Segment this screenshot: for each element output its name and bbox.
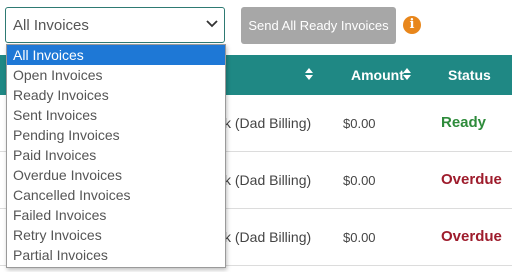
sort-icon[interactable] xyxy=(402,67,412,81)
row-customer-name: k (Dad Billing) xyxy=(224,172,312,188)
row-amount: $0.00 xyxy=(343,173,376,188)
dropdown-option-paid-invoices[interactable]: Paid Invoices xyxy=(7,145,225,165)
dropdown-option-all-invoices[interactable]: All Invoices xyxy=(7,45,225,65)
invoice-filter-select[interactable]: All Invoices xyxy=(5,7,225,43)
info-icon[interactable]: i xyxy=(403,16,421,34)
status-badge: Overdue xyxy=(441,228,502,245)
status-badge: Overdue xyxy=(441,171,502,188)
dropdown-option-retry-invoices[interactable]: Retry Invoices xyxy=(7,225,225,245)
chevron-down-icon xyxy=(206,20,218,28)
invoice-filter-value: All Invoices xyxy=(13,17,89,34)
row-amount: $0.00 xyxy=(343,116,376,131)
sort-icon[interactable] xyxy=(304,67,314,81)
column-header-status[interactable]: Status xyxy=(448,67,491,83)
dropdown-option-open-invoices[interactable]: Open Invoices xyxy=(7,65,225,85)
dropdown-option-sent-invoices[interactable]: Sent Invoices xyxy=(7,105,225,125)
column-header-amount[interactable]: Amount xyxy=(351,67,404,83)
row-amount: $0.00 xyxy=(343,230,376,245)
dropdown-option-ready-invoices[interactable]: Ready Invoices xyxy=(7,85,225,105)
invoice-filter-dropdown: All Invoices Open Invoices Ready Invoice… xyxy=(6,44,226,268)
status-badge: Ready xyxy=(441,114,487,131)
dropdown-option-partial-invoices[interactable]: Partial Invoices xyxy=(7,245,225,265)
row-customer-name: k (Dad Billing) xyxy=(224,115,312,131)
row-customer-name: k (Dad Billing) xyxy=(224,229,312,245)
dropdown-option-overdue-invoices[interactable]: Overdue Invoices xyxy=(7,165,225,185)
send-all-ready-invoices-button[interactable]: Send All Ready Invoices xyxy=(241,7,396,44)
dropdown-option-cancelled-invoices[interactable]: Cancelled Invoices xyxy=(7,185,225,205)
dropdown-option-pending-invoices[interactable]: Pending Invoices xyxy=(7,125,225,145)
dropdown-option-failed-invoices[interactable]: Failed Invoices xyxy=(7,205,225,225)
